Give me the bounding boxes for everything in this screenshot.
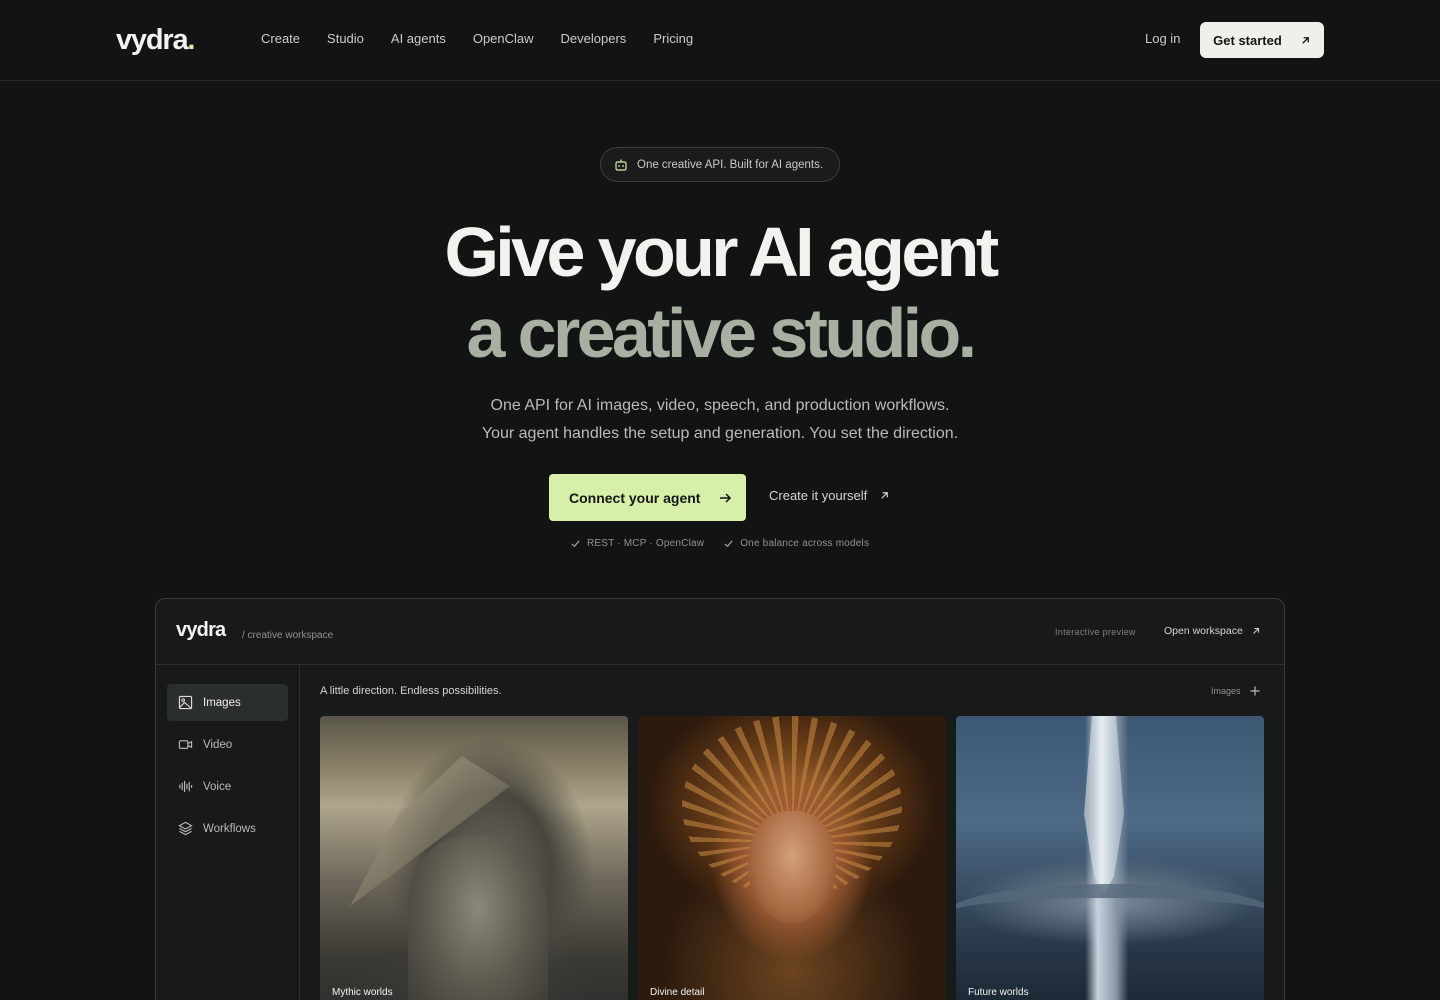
nav-link-openclaw[interactable]: OpenClaw: [473, 31, 534, 46]
card-caption: Mythic worlds: [332, 987, 393, 998]
sidebar-item-images[interactable]: Images: [167, 684, 288, 721]
check-item: One balance across models: [723, 538, 869, 549]
hero-headline-line-1: Give your AI agent: [444, 213, 999, 291]
open-workspace-link[interactable]: Open workspace: [1164, 625, 1261, 637]
nav-link-ai-agents[interactable]: AI agents: [391, 31, 446, 46]
sidebar-item-workflows[interactable]: Workflows: [167, 810, 288, 847]
portrait-face-shape: [748, 811, 836, 923]
brand-logo[interactable]: vydra.: [116, 24, 195, 57]
workspace-preview-panel: vydra / creative workspace Interactive p…: [155, 598, 1285, 1000]
image-icon: [178, 695, 193, 710]
sidebar-item-voice[interactable]: Voice: [167, 768, 288, 805]
sidebar-item-label: Video: [203, 738, 233, 751]
panel-sidebar: Images Video Voice Workflows: [156, 665, 300, 1000]
connect-agent-button[interactable]: Connect your agent: [549, 474, 746, 521]
check-icon: [571, 540, 580, 548]
check-item-text: REST · MCP · OpenClaw: [587, 538, 705, 549]
panel-main-title: A little direction. Endless possibilitie…: [320, 685, 502, 697]
images-add-control[interactable]: Images: [1211, 686, 1260, 696]
brand-logo-text: vydra: [116, 24, 189, 56]
nav-link-create[interactable]: Create: [261, 31, 300, 46]
sidebar-item-label: Images: [203, 696, 241, 709]
sidebar-item-label: Voice: [203, 780, 232, 793]
login-link[interactable]: Log in: [1145, 31, 1180, 46]
check-item: REST · MCP · OpenClaw: [570, 538, 704, 549]
check-icon: [724, 540, 733, 548]
hero-subtitle-line-2: Your agent handles the setup and generat…: [481, 425, 959, 442]
images-section-label: Images: [1211, 686, 1241, 696]
card-caption: Divine detail: [650, 987, 705, 998]
panel-header: vydra / creative workspace Interactive p…: [156, 599, 1284, 665]
get-started-button[interactable]: Get started: [1200, 22, 1324, 58]
video-icon: [178, 740, 193, 749]
sidebar-item-video[interactable]: Video: [167, 726, 288, 763]
nav-link-studio[interactable]: Studio: [327, 31, 364, 46]
connect-agent-label: Connect your agent: [569, 489, 701, 506]
nav-link-developers[interactable]: Developers: [561, 31, 627, 46]
top-navigation: vydra. Create Studio AI agents OpenClaw …: [0, 0, 1440, 81]
card-caption: Future worlds: [968, 987, 1029, 998]
hero-headline-line-2: a creative studio.: [466, 294, 977, 372]
brand-logo-dot: .: [187, 24, 195, 56]
hero-checks: REST · MCP · OpenClaw One balance across…: [570, 538, 869, 549]
create-yourself-link[interactable]: Create it yourself: [769, 488, 890, 503]
layers-icon: [178, 821, 193, 836]
stadium-ring-shape: [956, 884, 1264, 944]
robot-icon: [615, 159, 627, 171]
interactive-preview-label: Interactive preview: [1055, 627, 1136, 637]
arrow-right-icon: [720, 492, 732, 503]
open-workspace-label: Open workspace: [1164, 625, 1243, 637]
hero-badge-text: One creative API. Built for AI agents.: [637, 158, 824, 171]
arrow-up-right-icon: [1302, 36, 1309, 44]
panel-logo: vydra: [176, 619, 226, 641]
dragon-rock-shape: [408, 836, 548, 1000]
check-item-text: One balance across models: [740, 538, 870, 549]
gallery-card-future-worlds[interactable]: Future worlds: [956, 716, 1264, 1000]
hero-badge: One creative API. Built for AI agents.: [600, 147, 840, 182]
sidebar-item-label: Workflows: [203, 822, 256, 835]
nav-link-pricing[interactable]: Pricing: [653, 31, 693, 46]
hero-subtitle-line-1: One API for AI images, video, speech, an…: [490, 397, 950, 414]
get-started-label: Get started: [1213, 32, 1282, 48]
gallery-card-mythic-worlds[interactable]: Mythic worlds: [320, 716, 628, 1000]
plus-icon: [1250, 686, 1260, 696]
create-yourself-label: Create it yourself: [769, 488, 868, 503]
arrow-up-right-icon: [1252, 627, 1259, 634]
gallery-card-divine-detail[interactable]: Divine detail: [638, 716, 946, 1000]
panel-breadcrumb: / creative workspace: [242, 630, 334, 641]
spaceship-shape: [1084, 716, 1124, 894]
nav-links: Create Studio AI agents OpenClaw Develop…: [261, 31, 693, 46]
waveform-icon: [179, 780, 193, 793]
arrow-up-right-icon: [881, 492, 889, 499]
